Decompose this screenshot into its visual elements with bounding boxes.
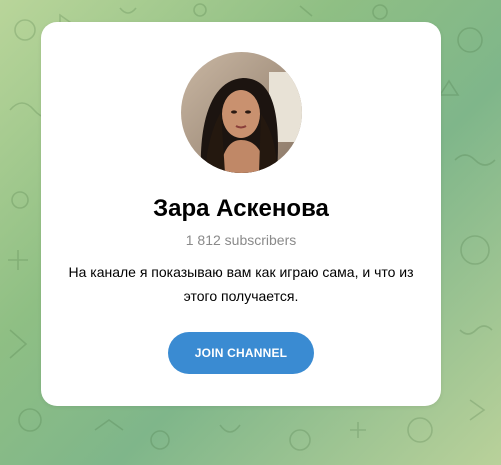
channel-avatar <box>181 52 302 173</box>
channel-name: Зара Аскенова <box>153 195 329 222</box>
channel-card: Зара Аскенова 1 812 subscribers На канал… <box>41 22 441 406</box>
avatar-photo <box>181 52 302 173</box>
join-channel-button[interactable]: JOIN CHANNEL <box>168 332 314 374</box>
channel-description: На канале я показываю вам как играю сама… <box>68 264 414 304</box>
subscriber-count: 1 812 subscribers <box>185 232 297 248</box>
